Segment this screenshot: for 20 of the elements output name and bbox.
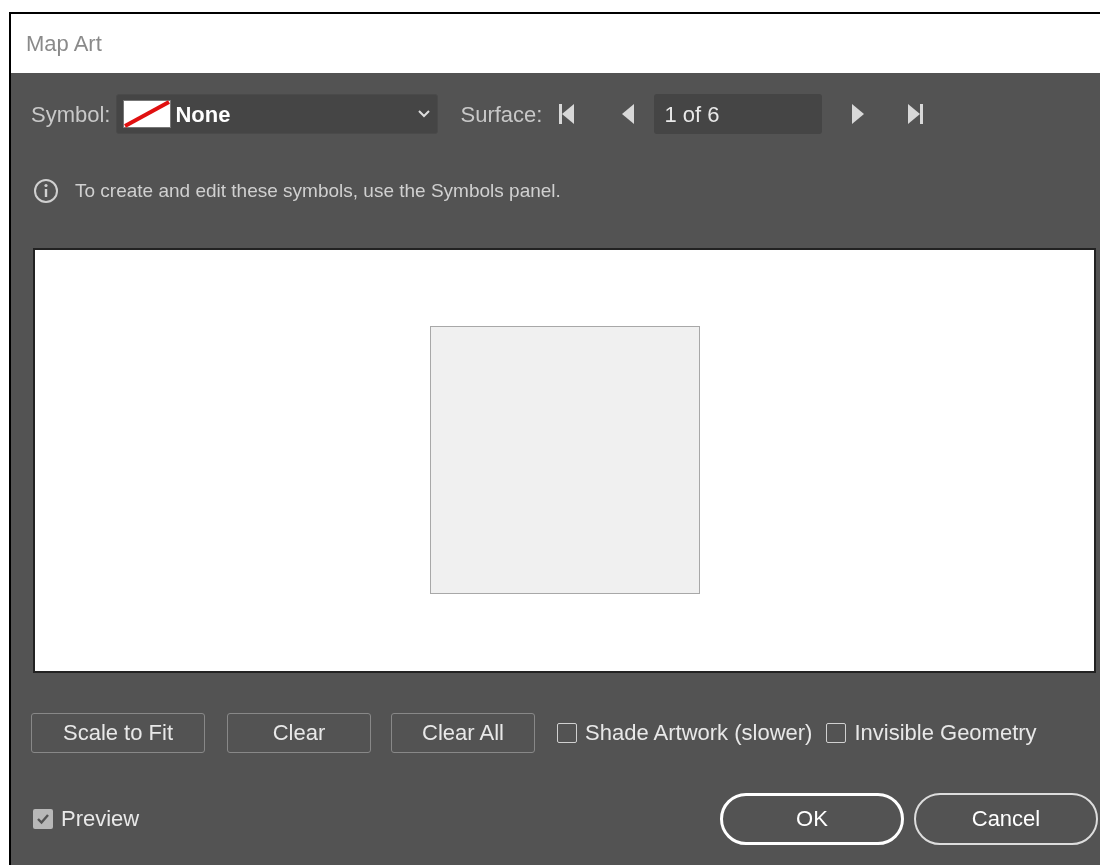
symbol-dropdown[interactable]: None: [116, 94, 439, 134]
preview-checkbox[interactable]: [33, 808, 53, 829]
checkbox-label: Shade Artwork (slower): [585, 719, 813, 747]
dialog-button[interactable]: Clear All: [391, 712, 535, 753]
info-icon: [33, 178, 59, 205]
dialog-button[interactable]: Scale to Fit: [31, 712, 205, 753]
cancel-button[interactable]: Cancel: [914, 792, 1098, 845]
symbol-label: Symbol:: [31, 100, 111, 129]
ok-button[interactable]: OK: [720, 792, 904, 845]
window-title: Map Art: [26, 30, 102, 58]
checkbox-label: Invisible Geometry: [854, 719, 1037, 747]
info-text: To create and edit these symbols, use the Symbols panel.: [75, 179, 561, 203]
surface-field[interactable]: 1 of 6: [654, 94, 823, 134]
no-symbol-icon: [123, 100, 172, 128]
checkbox-label: Preview: [61, 805, 140, 833]
dialog-button[interactable]: Clear: [227, 712, 371, 753]
checkbox[interactable]: [826, 722, 847, 743]
checkbox[interactable]: [557, 722, 577, 743]
chevron-down-icon: [417, 109, 432, 119]
surface-label: Surface:: [460, 100, 543, 129]
